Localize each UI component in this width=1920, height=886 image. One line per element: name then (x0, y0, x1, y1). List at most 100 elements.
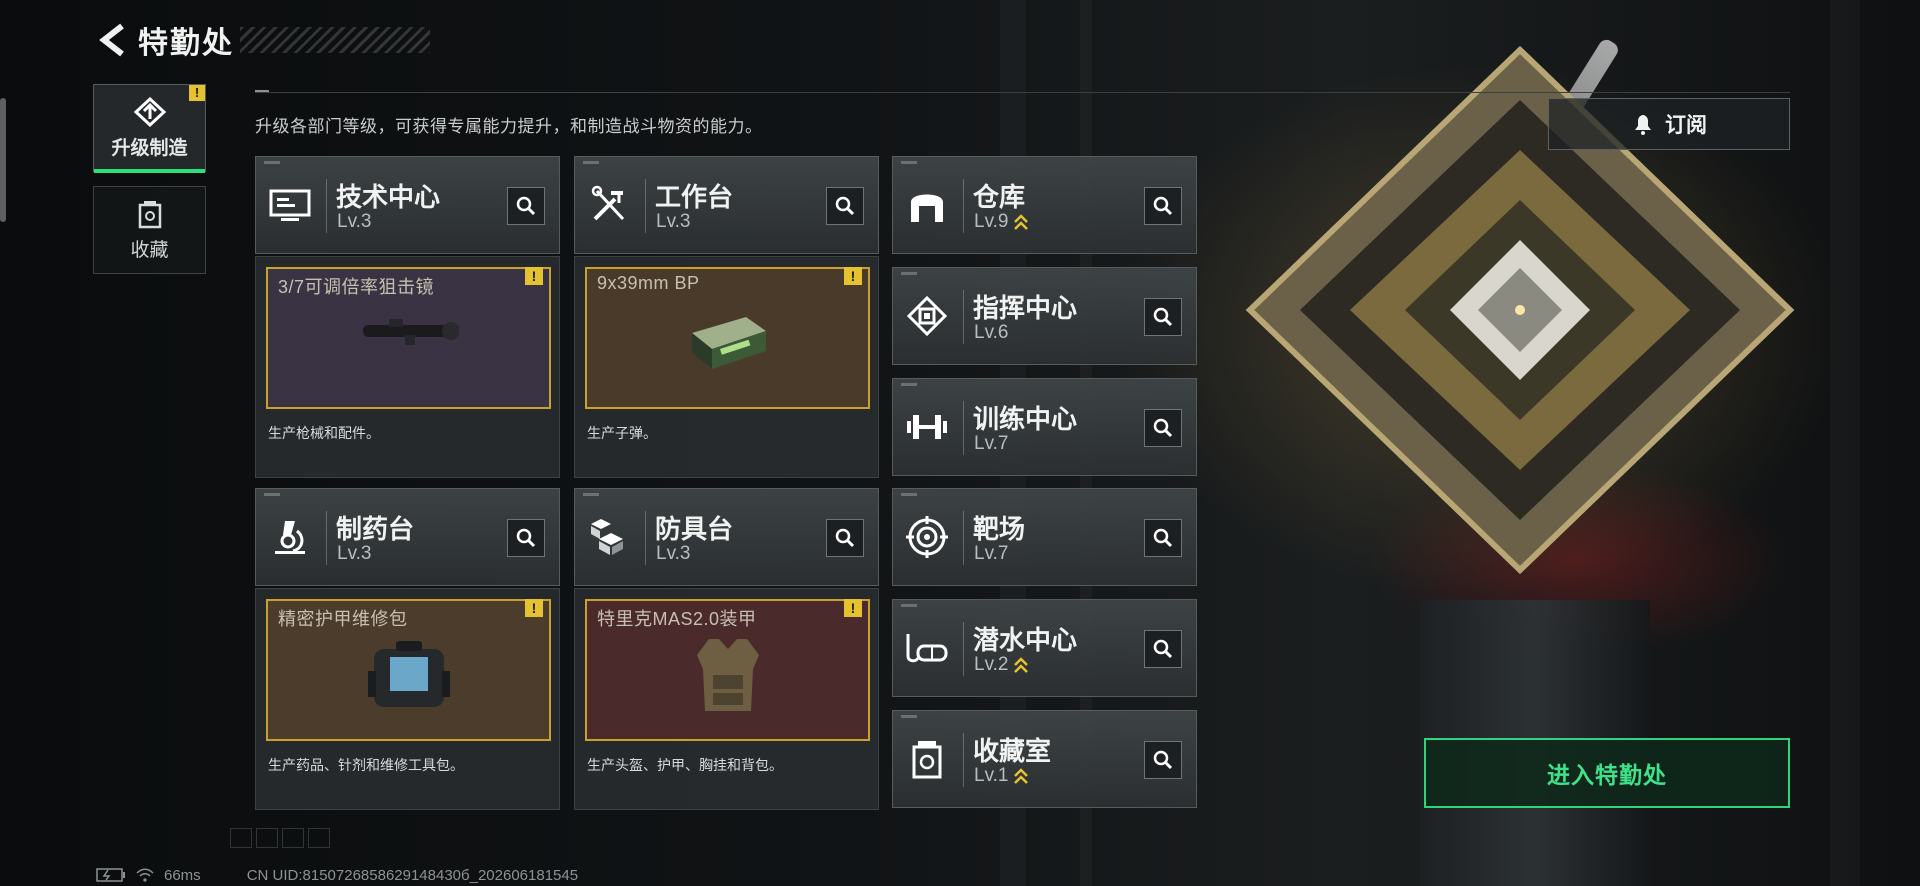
production-description: 生产头盔、护甲、胸挂和背包。 (587, 757, 783, 773)
production-description: 生产子弹。 (587, 425, 657, 441)
search-icon[interactable] (1144, 298, 1182, 336)
warning-badge: ! (189, 85, 205, 101)
search-icon[interactable] (1144, 630, 1182, 668)
production-panel-pharmacy[interactable]: 精密护甲维修包 ! 生产药品、针剂和维修工具包。 (255, 588, 560, 810)
page-description: 升级各部门等级，可获得专属能力提升，和制造战斗物资的能力。 (255, 117, 763, 136)
department-pharmacy[interactable]: 制药台 Lv.3 (255, 488, 560, 586)
subscribe-button[interactable]: 订阅 (1548, 98, 1790, 150)
production-panel-armor[interactable]: 特里克MAS2.0装甲 ! 生产头盔、护甲、胸挂和背包。 (574, 588, 879, 810)
department-command-center[interactable]: 指挥中心 Lv.6 (892, 267, 1197, 365)
department-tech-center[interactable]: 技术中心 Lv.3 (255, 156, 560, 254)
department-training-center[interactable]: 训练中心 Lv.7 (892, 378, 1197, 476)
back-arrow-icon[interactable] (96, 21, 130, 59)
command-chip-icon (901, 290, 953, 342)
production-item-card[interactable]: 精密护甲维修包 ! (266, 599, 551, 741)
upgrade-craft-icon (133, 96, 166, 127)
department-name: 防具台 (655, 514, 734, 544)
department-level: Lv.3 (656, 211, 691, 232)
search-icon[interactable] (1144, 187, 1182, 225)
production-description: 生产药品、针剂和维修工具包。 (268, 757, 464, 773)
department-warehouse[interactable]: 仓库 Lv.9 (892, 156, 1197, 254)
production-description: 生产枪械和配件。 (268, 425, 380, 441)
wifi-icon (136, 868, 154, 882)
department-level: Lv.1 (974, 765, 1029, 787)
department-name: 收藏室 (973, 736, 1052, 766)
production-item-card[interactable]: 9x39mm BP ! (585, 267, 870, 409)
search-icon[interactable] (507, 187, 545, 225)
warning-badge: ! (844, 267, 862, 285)
search-icon[interactable] (1144, 519, 1182, 557)
item-name: 特里克MAS2.0装甲 (597, 609, 757, 629)
tab-upgrade-craft[interactable]: ! 升级制造 (93, 84, 206, 173)
search-icon[interactable] (1144, 741, 1182, 779)
sniper-scope-image (362, 319, 459, 345)
enter-special-ops-button[interactable]: 进入特勤处 (1424, 738, 1790, 808)
search-icon[interactable] (826, 519, 864, 557)
department-level: Lv.9 (974, 211, 1029, 233)
production-panel-tech[interactable]: 3/7可调倍率狙击镜 ! 生产枪械和配件。 (255, 256, 560, 478)
dumbbell-icon (901, 401, 953, 453)
department-name: 潜水中心 (973, 625, 1078, 655)
repair-kit-image (367, 641, 450, 707)
warning-badge: ! (525, 599, 543, 617)
tab-collection[interactable]: 收藏 (93, 186, 206, 274)
department-name: 指挥中心 (973, 293, 1078, 323)
production-item-card[interactable]: 3/7可调倍率狙击镜 ! (266, 267, 551, 409)
production-panel-workbench[interactable]: 9x39mm BP ! 生产子弹。 (574, 256, 879, 478)
header-divider (255, 92, 1790, 93)
decor-tiles (230, 828, 330, 848)
department-name: 仓库 (973, 182, 1026, 212)
department-armor-bench[interactable]: 防具台 Lv.3 (574, 488, 879, 586)
warning-badge: ! (844, 599, 862, 617)
status-bar: 66ms CN UID:8150726858629148430б_2026061… (96, 866, 578, 884)
user-uid: CN UID:8150726858629148430б_202606181545 (246, 866, 579, 884)
production-item-card[interactable]: 特里克MAS2.0装甲 ! (585, 599, 870, 741)
tab-label: 收藏 (130, 239, 169, 261)
search-icon[interactable] (1144, 409, 1182, 447)
department-name: 技术中心 (336, 182, 441, 212)
page-title: 特勤处 (138, 27, 234, 60)
ammo-box-image (691, 317, 766, 369)
title-decoration (240, 27, 430, 53)
department-name: 靶场 (973, 514, 1026, 544)
warning-badge: ! (525, 267, 543, 285)
upgrade-chevron-icon (1013, 768, 1028, 784)
enter-label: 进入特勤处 (1547, 762, 1667, 788)
department-level: Lv.3 (656, 543, 691, 564)
collection-room-icon (901, 733, 953, 785)
ping-value: 66ms (164, 866, 201, 884)
search-icon[interactable] (826, 187, 864, 225)
department-dive-center[interactable]: 潜水中心 Lv.2 (892, 599, 1197, 697)
monitor-icon (264, 179, 316, 231)
department-name: 制药台 (336, 514, 415, 544)
item-name: 9x39mm BP (597, 273, 700, 293)
item-name: 精密护甲维修包 (278, 609, 408, 629)
department-name: 工作台 (655, 182, 734, 212)
target-icon (901, 511, 953, 563)
subscribe-label: 订阅 (1665, 114, 1707, 137)
department-level: Lv.2 (974, 654, 1029, 676)
tools-icon (583, 179, 635, 231)
top-bar: 特勤处 (96, 18, 430, 62)
department-level: Lv.7 (974, 543, 1009, 564)
upgrade-chevron-icon (1013, 657, 1028, 673)
department-shooting-range[interactable]: 靶场 Lv.7 (892, 488, 1197, 586)
armor-cubes-icon (583, 511, 635, 563)
item-name: 3/7可调倍率狙击镜 (278, 277, 435, 297)
battery-icon (96, 868, 125, 882)
body-armor-image (696, 639, 759, 711)
department-workbench[interactable]: 工作台 Lv.3 (574, 156, 879, 254)
department-level: Lv.3 (337, 543, 372, 564)
department-level: Lv.6 (974, 322, 1009, 343)
department-level: Lv.7 (974, 433, 1009, 454)
upgrade-chevron-icon (1013, 214, 1028, 230)
tab-label: 升级制造 (111, 137, 188, 159)
subscribe-bell-icon (1635, 115, 1651, 135)
microscope-icon (264, 511, 316, 563)
search-icon[interactable] (507, 519, 545, 557)
collection-icon (138, 200, 161, 228)
department-level: Lv.3 (337, 211, 372, 232)
warehouse-icon (901, 179, 953, 231)
dive-mask-icon (901, 622, 953, 674)
department-collection-room[interactable]: 收藏室 Lv.1 (892, 710, 1197, 808)
